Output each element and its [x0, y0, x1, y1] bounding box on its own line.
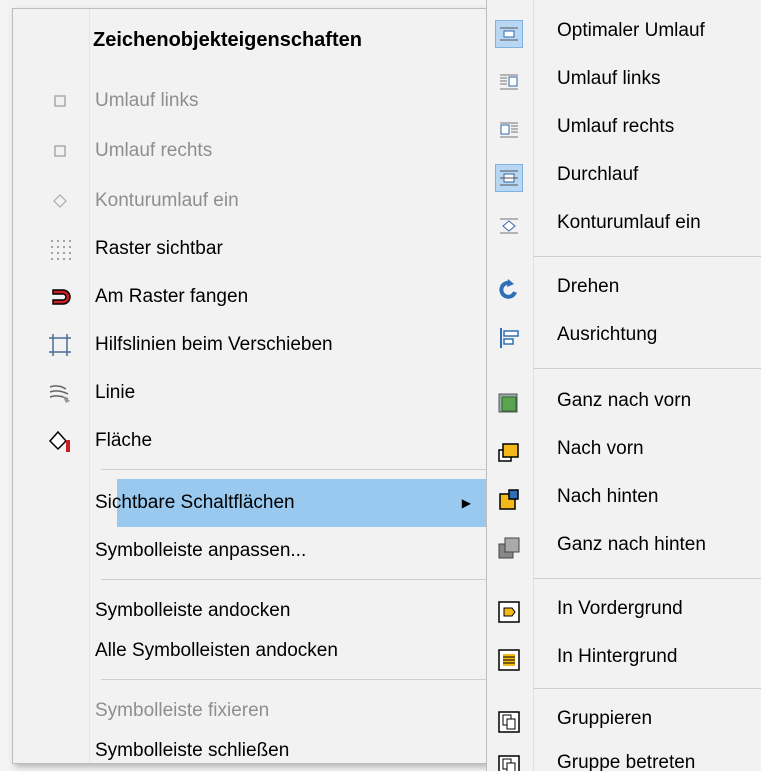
rotate-icon: [495, 276, 523, 304]
separator: [101, 579, 487, 580]
submenu-item-label: Optimaler Umlauf: [557, 20, 705, 41]
menu-item-am-raster-fangen[interactable]: Am Raster fangen: [13, 273, 487, 321]
menu-item-label: Sichtbare Schaltflächen: [95, 492, 295, 513]
submenu-item-label: Nach hinten: [557, 486, 659, 507]
submenu-item-konturumlauf[interactable]: Konturumlauf ein: [487, 202, 761, 248]
group-icon: [495, 708, 523, 736]
separator: [101, 679, 487, 680]
separator: [101, 469, 487, 470]
submenu-item-ganz-nach-hinten[interactable]: Ganz nach hinten: [487, 524, 761, 570]
menu-item-label: Am Raster fangen: [95, 286, 249, 307]
menu-item-label: Symbolleiste fixieren: [95, 700, 270, 721]
submenu-item-optimaler-umlauf[interactable]: Optimaler Umlauf: [487, 10, 761, 56]
wrap-right-icon: [495, 116, 523, 144]
submenu-item-label: Ganz nach vorn: [557, 390, 692, 411]
send-to-back-icon: [495, 534, 523, 562]
menu-item-label: Hilfslinien beim Verschieben: [95, 334, 333, 355]
submenu-item-nach-vorn[interactable]: Nach vorn: [487, 428, 761, 474]
separator: [533, 688, 761, 689]
submenu-item-umlauf-links[interactable]: Umlauf links: [487, 58, 761, 104]
menu-item-label: Raster sichtbar: [95, 238, 223, 259]
magnet-icon: [47, 284, 73, 310]
context-menu: Zeichenobjekteigenschaften Umlauf links …: [12, 8, 488, 764]
helplines-icon: [47, 332, 73, 358]
submenu-item-in-hintergrund[interactable]: In Hintergrund: [487, 636, 761, 682]
enter-group-icon: [495, 752, 523, 771]
wrap-contour-icon: [495, 212, 523, 240]
grid-dots-icon: [47, 236, 73, 262]
menu-item-label: Fläche: [95, 430, 153, 451]
to-foreground-icon: [495, 598, 523, 626]
menu-item-hilfslinien[interactable]: Hilfslinien beim Verschieben: [13, 321, 487, 369]
menu-item-sichtbare-schaltflaechen[interactable]: Sichtbare Schaltflächen ▶: [95, 479, 487, 527]
submenu-item-label: Umlauf rechts: [557, 116, 675, 137]
submenu-item-label: Umlauf links: [557, 68, 661, 89]
wrap-left-small-icon: [47, 88, 73, 114]
menu-item-konturumlauf: Konturumlauf ein: [13, 177, 487, 225]
menu-title: Zeichenobjekteigenschaften: [93, 29, 362, 51]
submenu-item-label: In Hintergrund: [557, 646, 678, 667]
paint-bucket-icon: [47, 428, 73, 454]
submenu-item-in-vordergrund[interactable]: In Vordergrund: [487, 588, 761, 634]
submenu-item-label: Ausrichtung: [557, 324, 658, 345]
submenu-item-ganz-nach-vorn[interactable]: Ganz nach vorn: [487, 380, 761, 426]
submenu-item-label: In Vordergrund: [557, 598, 683, 619]
menu-item-label: Symbolleiste andocken: [95, 600, 291, 621]
submenu-item-label: Gruppieren: [557, 708, 653, 729]
menu-item-alle-andocken[interactable]: Alle Symbolleisten andocken: [13, 627, 487, 675]
menu-item-label: Symbolleiste schließen: [95, 740, 290, 761]
submenu-item-label: Konturumlauf ein: [557, 212, 701, 233]
submenu-item-umlauf-rechts[interactable]: Umlauf rechts: [487, 106, 761, 152]
submenu-item-nach-hinten[interactable]: Nach hinten: [487, 476, 761, 522]
submenu-item-label: Durchlauf: [557, 164, 639, 185]
wrap-left-icon: [495, 68, 523, 96]
menu-item-symbolleiste-anpassen[interactable]: Symbolleiste anpassen...: [13, 527, 487, 575]
bring-to-front-icon: [495, 390, 523, 418]
separator: [533, 256, 761, 257]
submenu-item-durchlauf[interactable]: Durchlauf: [487, 154, 761, 200]
submenu-item-gruppe-betreten[interactable]: Gruppe betreten: [487, 742, 761, 771]
menu-item-raster-sichtbar[interactable]: Raster sichtbar: [13, 225, 487, 273]
wrap-optimal-icon: [495, 20, 523, 48]
align-icon: [495, 324, 523, 352]
menu-item-label: Konturumlauf ein: [95, 190, 239, 211]
submenu-item-label: Drehen: [557, 276, 620, 297]
wrap-through-icon: [495, 164, 523, 192]
menu-item-label: Linie: [95, 382, 136, 403]
wrap-right-small-icon: [47, 138, 73, 164]
submenu-item-label: Ganz nach hinten: [557, 534, 706, 555]
submenu-item-drehen[interactable]: Drehen: [487, 266, 761, 312]
send-backward-icon: [495, 486, 523, 514]
menu-item-label: Umlauf rechts: [95, 140, 213, 161]
menu-item-linie[interactable]: Linie: [13, 369, 487, 417]
menu-item-flaeche[interactable]: Fläche: [13, 417, 487, 465]
to-background-icon: [495, 646, 523, 674]
separator: [533, 578, 761, 579]
visible-buttons-submenu: Optimaler Umlauf Umlauf links Umlauf rec…: [486, 0, 761, 771]
submenu-item-gruppieren[interactable]: Gruppieren: [487, 698, 761, 744]
submenu-item-label: Nach vorn: [557, 438, 644, 459]
submenu-item-ausrichtung[interactable]: Ausrichtung: [487, 314, 761, 360]
contour-diamond-icon: [47, 188, 73, 214]
submenu-item-label: Gruppe betreten: [557, 752, 696, 771]
bring-forward-icon: [495, 438, 523, 466]
menu-item-umlauf-rechts: Umlauf rechts: [13, 127, 487, 175]
menu-item-label: Symbolleiste anpassen...: [95, 540, 307, 561]
separator: [533, 368, 761, 369]
menu-item-label: Umlauf links: [95, 90, 199, 111]
menu-item-label: Alle Symbolleisten andocken: [95, 640, 338, 661]
submenu-arrow-icon: ▶: [461, 496, 471, 510]
line-icon: [47, 380, 73, 406]
menu-item-umlauf-links: Umlauf links: [13, 77, 487, 125]
menu-item-symbolleiste-schliessen[interactable]: Symbolleiste schließen: [13, 727, 487, 775]
